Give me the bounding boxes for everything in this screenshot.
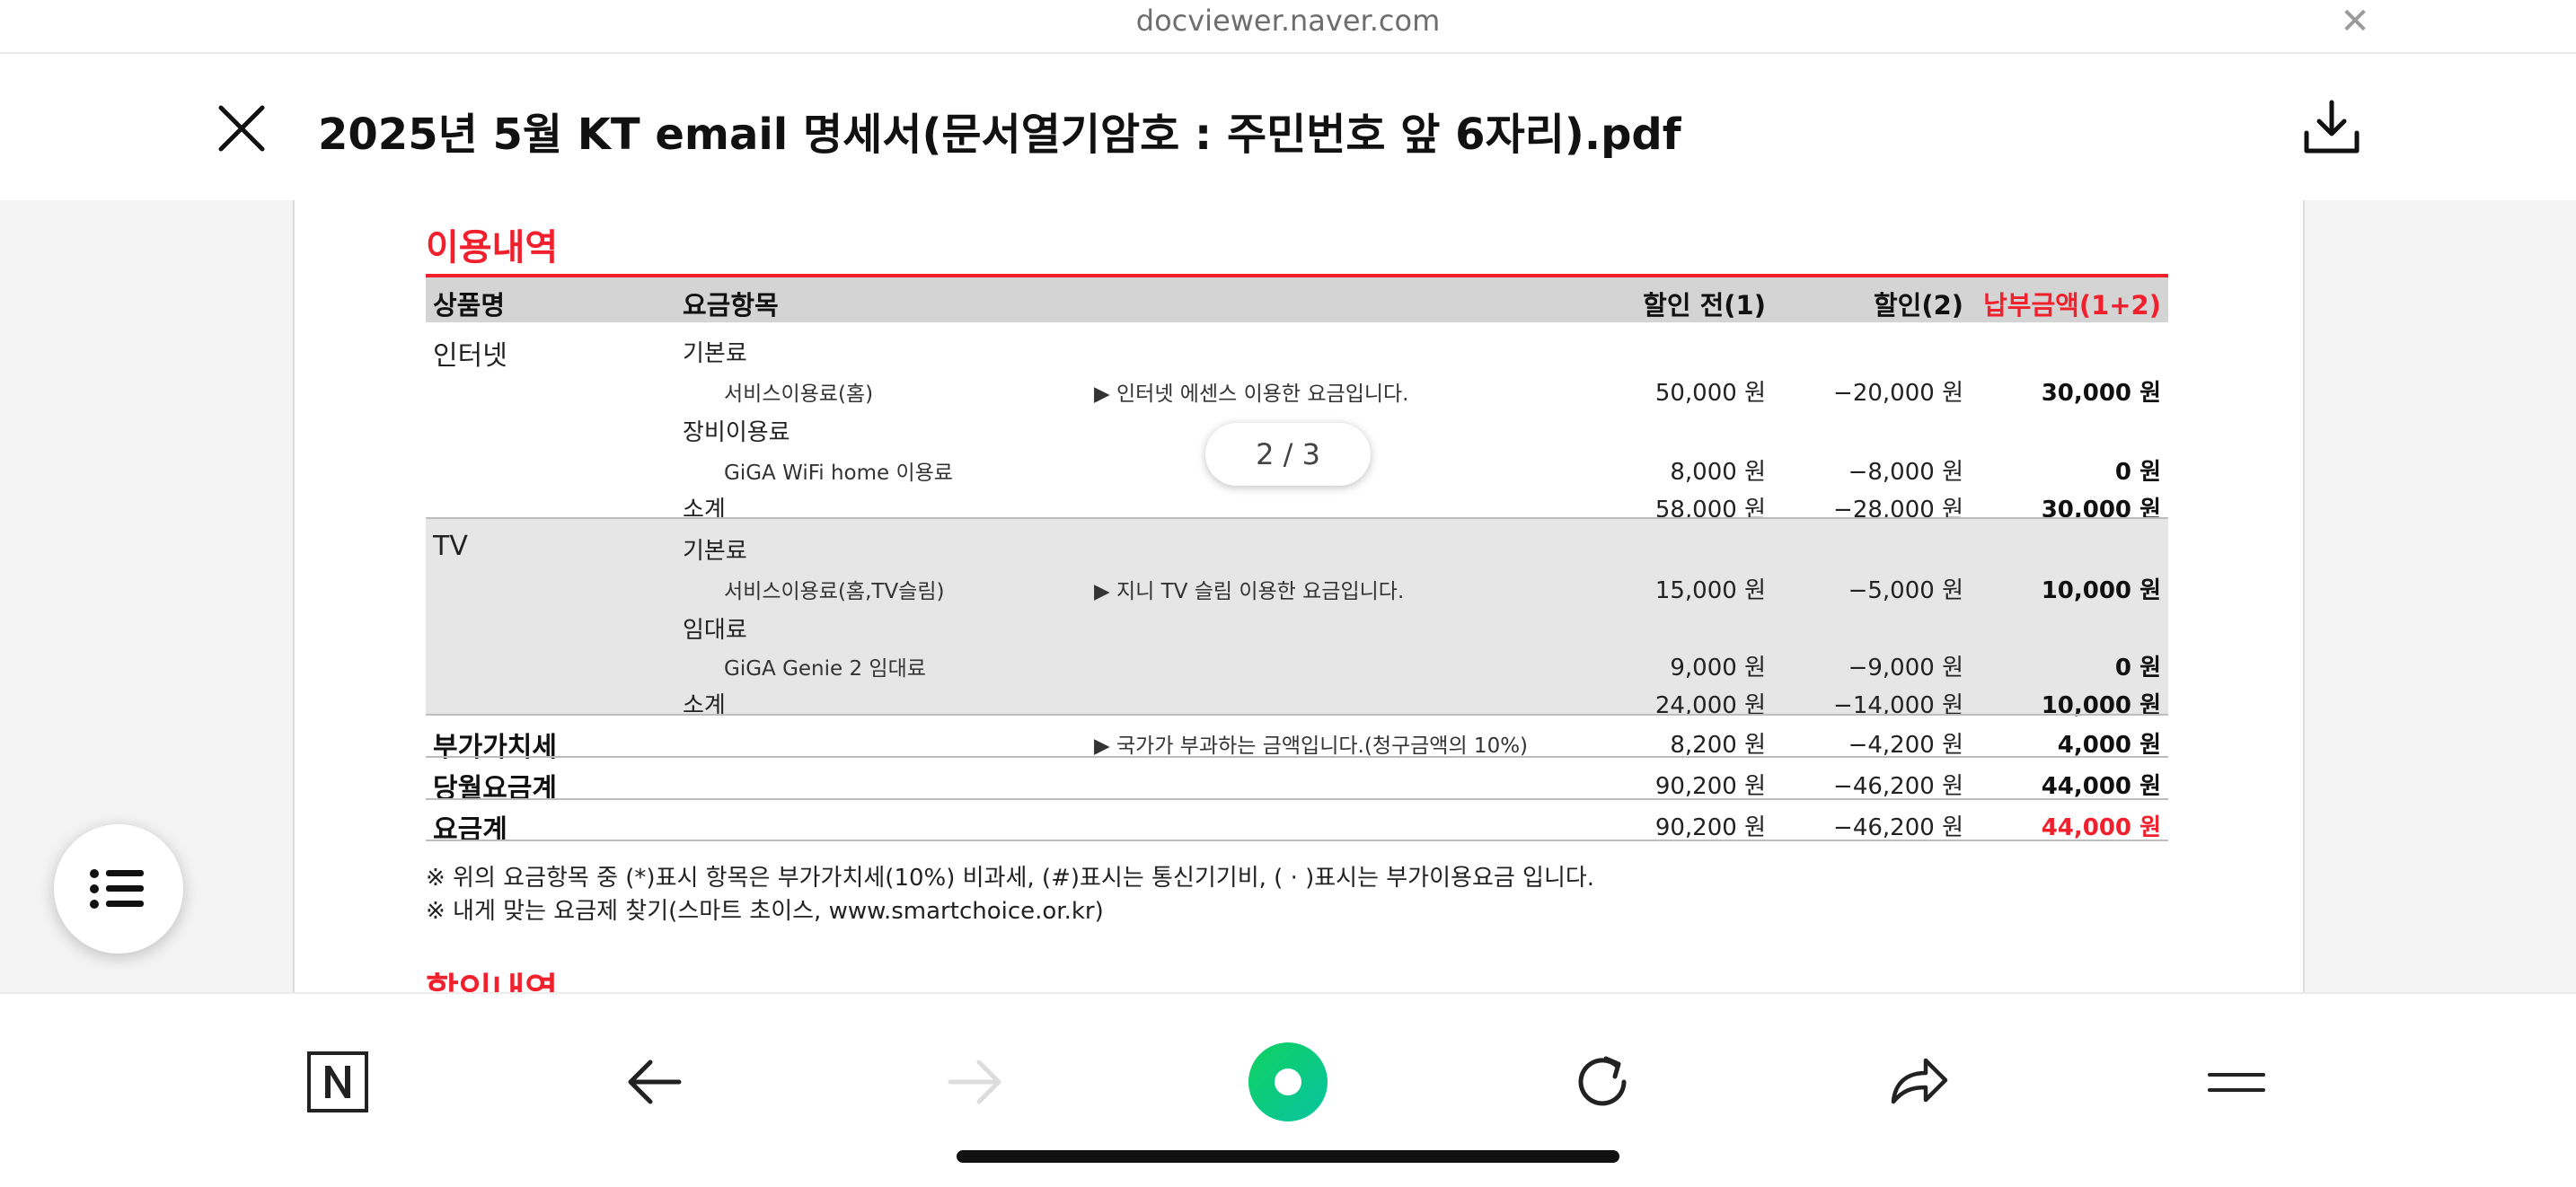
product-internet: 인터넷 bbox=[433, 340, 507, 372]
item-desc: ▶ 국가가 부과하는 금액입니다.(청구금액의 10%) bbox=[1094, 734, 1529, 758]
page-title: 2025년 5월 KT email 명세서(문서열기암호 : 주민번호 앞 6자… bbox=[318, 110, 1681, 160]
green-dot-icon[interactable] bbox=[1248, 1042, 1328, 1121]
col-pay: 납부금액(1+2) bbox=[1983, 290, 2161, 321]
amount-before: 50,000 원 bbox=[1654, 380, 1766, 407]
col-before: 할인 전(1) bbox=[1643, 290, 1766, 321]
row-divider bbox=[426, 798, 2168, 800]
page-indicator: 2 / 3 bbox=[1205, 423, 1371, 486]
amount-before: 8,200 원 bbox=[1670, 732, 1766, 759]
col-item: 요금항목 bbox=[683, 290, 779, 321]
amount-discount: −9,000 원 bbox=[1848, 655, 1963, 681]
amount-discount: −5,000 원 bbox=[1848, 577, 1963, 604]
row-vat-label: 부가가치세 bbox=[433, 732, 557, 763]
note-line: ※ 위의 요금항목 중 (*)표시 항목은 부가가치세(10%) 비과세, (#… bbox=[426, 865, 1595, 892]
table-header: 상품명 요금항목 할인 전(1) 할인(2) 납부금액(1+2) bbox=[426, 274, 2168, 322]
url-text[interactable]: docviewer.naver.com bbox=[0, 4, 2576, 38]
arrow-left-icon[interactable] bbox=[620, 1046, 692, 1118]
item-service: 서비스이용료(홈) bbox=[724, 382, 874, 406]
amount-discount: −46,200 원 bbox=[1833, 773, 1963, 800]
amount-pay: 10,000 원 bbox=[2041, 577, 2161, 604]
row-divider bbox=[426, 756, 2168, 758]
document-viewer[interactable]: 이용내역 상품명 요금항목 할인 전(1) 할인(2) 납부금액(1+2) 인터… bbox=[0, 200, 2576, 992]
col-discount: 할인(2) bbox=[1873, 290, 1963, 321]
amount-discount: −46,200 원 bbox=[1833, 814, 1963, 841]
amount-before: 15,000 원 bbox=[1654, 577, 1766, 604]
item-desc: ▶ 지니 TV 슬림 이용한 요금입니다. bbox=[1094, 580, 1405, 603]
arrow-right-icon[interactable] bbox=[938, 1046, 1010, 1118]
amount-pay: 4,000 원 bbox=[2057, 732, 2161, 759]
amount-discount: −4,200 원 bbox=[1848, 732, 1963, 759]
download-icon[interactable] bbox=[2301, 97, 2362, 158]
item-desc: ▶ 인터넷 에센스 이용한 요금입니다. bbox=[1094, 382, 1409, 406]
item-equip: 장비이용료 bbox=[683, 419, 790, 446]
pdf-page: 이용내역 상품명 요금항목 할인 전(1) 할인(2) 납부금액(1+2) 인터… bbox=[293, 200, 2305, 992]
item-wifi: GiGA WiFi home 이용료 bbox=[724, 462, 953, 485]
amount-pay: 44,000 원 bbox=[2041, 773, 2161, 800]
amount-discount: −20,000 원 bbox=[1833, 380, 1963, 407]
document-header: 2025년 5월 KT email 명세서(문서열기암호 : 주민번호 앞 6자… bbox=[0, 54, 2576, 200]
amount-before: 90,200 원 bbox=[1654, 814, 1766, 841]
amount-before: 90,200 원 bbox=[1654, 773, 1766, 800]
amount-pay-total: 44,000 원 bbox=[2041, 814, 2161, 841]
close-icon[interactable]: ✕ bbox=[2337, 0, 2373, 45]
toc-button[interactable] bbox=[54, 824, 183, 954]
item-genie: GiGA Genie 2 임대료 bbox=[724, 657, 926, 681]
amount-pay: 0 원 bbox=[2114, 459, 2161, 486]
product-tv: TV bbox=[433, 531, 468, 562]
item-rent: 임대료 bbox=[683, 617, 747, 644]
note-line: ※ 내게 맞는 요금제 찾기(스마트 초이스, www.smartchoice.… bbox=[426, 898, 1104, 925]
item-service: 서비스이용료(홈,TV슬림) bbox=[724, 580, 945, 603]
col-product: 상품명 bbox=[433, 290, 506, 321]
share-icon[interactable] bbox=[1883, 1046, 1954, 1118]
row-divider bbox=[426, 840, 2168, 841]
bottom-toolbar bbox=[0, 992, 2576, 1187]
row-divider bbox=[426, 517, 2168, 519]
list-icon bbox=[90, 869, 144, 909]
item-basic: 기본료 bbox=[683, 340, 747, 367]
amount-before: 8,000 원 bbox=[1670, 459, 1766, 486]
amount-pay: 30,000 원 bbox=[2041, 380, 2161, 407]
close-icon[interactable] bbox=[214, 101, 269, 156]
naver-n-icon[interactable] bbox=[302, 1046, 374, 1118]
home-indicator bbox=[957, 1150, 1619, 1163]
menu-icon[interactable] bbox=[2201, 1046, 2272, 1118]
amount-pay: 0 원 bbox=[2114, 655, 2161, 681]
amount-discount: −8,000 원 bbox=[1848, 459, 1963, 486]
item-basic: 기본료 bbox=[683, 538, 747, 565]
browser-url-bar: docviewer.naver.com ✕ bbox=[0, 0, 2576, 54]
section-title: 이용내역 bbox=[426, 227, 559, 268]
reload-icon[interactable] bbox=[1566, 1046, 1638, 1118]
row-divider bbox=[426, 714, 2168, 716]
amount-before: 9,000 원 bbox=[1670, 655, 1766, 681]
next-section-title: 할인내역 bbox=[426, 971, 559, 992]
